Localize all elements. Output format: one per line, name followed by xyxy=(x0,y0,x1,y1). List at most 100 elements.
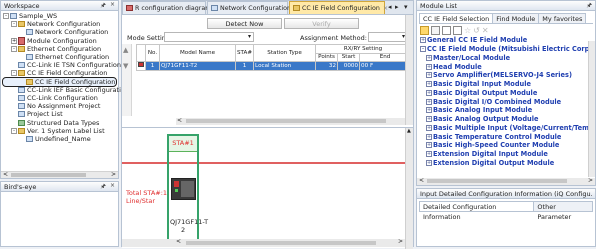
module-list-hscrollbar[interactable]: < > xyxy=(417,177,595,185)
close-icon[interactable]: × xyxy=(110,1,115,11)
sort-icon[interactable] xyxy=(420,25,429,35)
tree-item[interactable]: CC-Link Configuration xyxy=(3,94,116,102)
tree-item[interactable]: Project List xyxy=(3,110,116,118)
tree-item[interactable]: - Network Configuration xyxy=(3,20,116,28)
favorite-icon[interactable]: ☆ xyxy=(464,26,471,35)
expand-toggle-icon[interactable]: + xyxy=(426,133,432,140)
scroll-up-icon[interactable]: ▲ xyxy=(407,128,411,134)
expand-toggle-icon[interactable]: - xyxy=(11,45,17,52)
expand-toggle-icon[interactable]: - xyxy=(11,21,17,28)
scroll-thumb[interactable] xyxy=(186,119,386,123)
workspace-hscrollbar[interactable]: < > xyxy=(1,171,118,178)
tab-detailed-config-info[interactable]: Detailed Configuration Information xyxy=(419,201,535,221)
expand-toggle-icon[interactable]: + xyxy=(426,107,432,114)
module-category-item[interactable]: + Basic Analog Input Module xyxy=(420,106,592,115)
scroll-left-icon[interactable]: < xyxy=(176,238,181,245)
tree-item[interactable]: + Module Configuration xyxy=(3,36,116,45)
tree-item[interactable]: Structured Data Types xyxy=(3,118,116,127)
module-category-item[interactable]: + Basic Analog Output Module xyxy=(420,115,592,124)
move-down-icon[interactable]: ▼ xyxy=(123,62,128,70)
module-category-item[interactable]: + Servo Amplifier(MELSERVO-J4 Series) xyxy=(420,71,592,80)
tab-cc-ie-field-selection[interactable]: CC IE Field Selection xyxy=(419,13,494,23)
expand-toggle-icon[interactable]: + xyxy=(426,54,432,61)
tab-scroll-left-icon[interactable]: ◂ xyxy=(388,3,392,11)
expand-toggle-icon[interactable]: + xyxy=(426,142,432,149)
tree-item[interactable]: - CC IE Field Configuration xyxy=(3,69,116,77)
tree-item[interactable]: CC-Link IE TSN Configuration xyxy=(3,61,121,69)
expand-toggle-icon[interactable]: + xyxy=(426,116,432,123)
station-module-image[interactable] xyxy=(171,178,196,200)
close-icon[interactable]: ✕ xyxy=(482,26,489,35)
tree-item[interactable]: No Assignment Project xyxy=(3,102,116,110)
expand-toggle-icon[interactable]: + xyxy=(420,37,426,44)
tree-item[interactable]: Undefined_Name xyxy=(3,135,116,143)
tree-item[interactable]: - Ethernet Configuration xyxy=(3,45,116,53)
expand-toggle-icon[interactable]: + xyxy=(426,81,432,88)
module-list-vscrollbar[interactable] xyxy=(588,41,595,177)
module-category-item[interactable]: + Master/Local Module xyxy=(420,54,592,63)
tree-item[interactable]: CC-Link IEF Basic Configuration xyxy=(3,86,129,94)
tab-network-configuration[interactable]: Network Configuration xyxy=(207,1,291,14)
tab-scroll-right-icon[interactable]: ▸ xyxy=(395,3,399,11)
scroll-thumb[interactable] xyxy=(186,241,376,245)
tab-menu-icon[interactable]: ▾ xyxy=(404,3,408,11)
expand-toggle-icon[interactable]: + xyxy=(426,72,432,79)
pin-icon[interactable]: 🖈 xyxy=(100,182,106,192)
expand-toggle-icon[interactable]: + xyxy=(426,63,432,70)
diagram-vscrollbar[interactable]: ▲ xyxy=(405,128,413,249)
expand-toggle-icon[interactable]: + xyxy=(426,98,432,105)
module-category-item[interactable]: + Basic Temperature Control Module xyxy=(420,132,592,141)
expand-toggle-icon[interactable]: + xyxy=(426,151,432,158)
collapse-all-icon[interactable] xyxy=(453,25,462,35)
search-icon[interactable]: ↺ xyxy=(473,26,480,35)
expand-all-icon[interactable] xyxy=(442,25,451,35)
table-row[interactable]: 1 QJ71GF11-T2 1 Local Station 32 0000 00… xyxy=(136,61,411,71)
assignment-method-select[interactable]: ▾ xyxy=(368,32,408,42)
sort-alpha-icon[interactable] xyxy=(431,25,440,35)
scroll-right-icon[interactable]: > xyxy=(588,177,593,184)
tree-item[interactable]: Network Configuration xyxy=(3,28,116,36)
scroll-right-icon[interactable]: > xyxy=(111,171,116,178)
module-category-item[interactable]: - CC IE Field Module (Mitsubishi Electric… xyxy=(420,45,592,54)
expand-toggle-icon[interactable]: - xyxy=(3,13,9,20)
tab-cc-ie-field[interactable]: CC IE Field Configuration × xyxy=(289,1,388,14)
tree-item[interactable]: - Sample_WS xyxy=(3,12,116,20)
close-icon[interactable]: × xyxy=(110,182,115,192)
module-category-item[interactable]: + Basic High-Speed Counter Module xyxy=(420,141,592,150)
tree-item[interactable]: - Ver. 1 System Label List xyxy=(3,127,116,135)
move-up-icon[interactable]: ▲ xyxy=(123,46,128,54)
module-category-item[interactable]: + General CC IE Field Module xyxy=(420,36,592,45)
tab-other-parameter[interactable]: Other Parameter xyxy=(534,201,593,221)
module-category-item[interactable]: + Extension Digital Input Module xyxy=(420,150,592,159)
tree-item[interactable]: Ethernet Configuration xyxy=(3,53,116,61)
scroll-thumb[interactable] xyxy=(11,173,86,177)
expand-toggle-icon[interactable]: + xyxy=(426,159,432,166)
diagram-hscrollbar[interactable]: < > xyxy=(122,238,405,247)
grid-hscrollbar[interactable]: < > xyxy=(176,117,412,125)
mode-setting-select[interactable]: ▾ xyxy=(164,32,254,42)
expand-toggle-icon[interactable]: + xyxy=(426,89,432,96)
expand-toggle-icon[interactable]: - xyxy=(420,46,426,53)
expand-toggle-icon[interactable]: + xyxy=(426,124,432,131)
module-category-item[interactable]: + Extension Digital Output Module xyxy=(420,159,592,168)
tab-find-module[interactable]: Find Module xyxy=(493,13,540,23)
pin-icon[interactable]: 🖈 xyxy=(586,1,592,11)
expand-toggle-icon[interactable]: - xyxy=(11,70,17,77)
scroll-right-icon[interactable]: > xyxy=(398,238,403,245)
scroll-left-icon[interactable]: < xyxy=(419,177,424,184)
module-category-item[interactable]: + Basic Digital Output Module xyxy=(420,89,592,98)
verify-button[interactable]: Verify xyxy=(284,18,359,29)
scroll-left-icon[interactable]: < xyxy=(3,171,8,178)
tree-item[interactable]: CC IE Field Configuration xyxy=(2,76,117,87)
detect-now-button[interactable]: Detect Now xyxy=(207,18,282,29)
pin-icon[interactable]: 🖈 xyxy=(100,1,106,11)
grid-vscrollbar[interactable] xyxy=(405,15,413,125)
module-category-item[interactable]: + Basic Digital I/O Combined Module xyxy=(420,97,592,106)
module-category-item[interactable]: + Head Module xyxy=(420,62,592,71)
tab-my-favorites[interactable]: My favorites xyxy=(539,13,587,23)
scroll-thumb[interactable] xyxy=(427,179,567,183)
module-category-item[interactable]: + Basic Multiple Input (Voltage/Current/T… xyxy=(420,124,592,133)
expand-toggle-icon[interactable]: - xyxy=(11,127,17,134)
tab-r-configuration[interactable]: R configuration diagram xyxy=(122,1,211,14)
scroll-left-icon[interactable]: < xyxy=(177,117,182,124)
